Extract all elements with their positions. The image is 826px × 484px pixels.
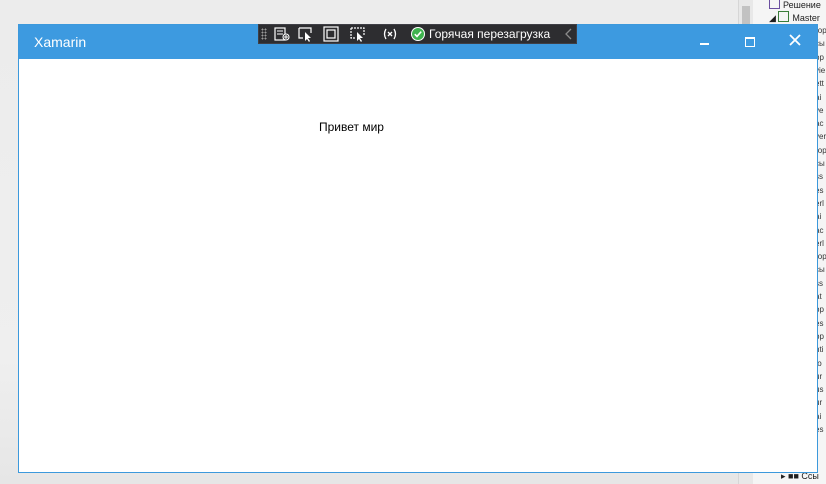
hot-reload-status[interactable]: Горячая перезагрузка <box>411 25 550 43</box>
binding-failures-icon[interactable] <box>381 26 399 42</box>
hot-reload-label: Горячая перезагрузка <box>429 27 551 41</box>
solution-icon <box>769 0 780 9</box>
app-window: Xamarin Привет мир <box>18 24 818 473</box>
maximize-button[interactable] <box>728 25 772 59</box>
display-adorners-icon[interactable] <box>322 26 340 42</box>
solution-label: Решение <box>783 0 821 10</box>
close-icon <box>789 34 801 46</box>
chevron-left-icon <box>565 28 572 40</box>
close-button[interactable] <box>773 25 817 59</box>
project-label: Master <box>792 13 820 23</box>
expand-arrow-icon[interactable]: ◢ <box>769 13 778 23</box>
xaml-debug-toolbar: Горячая перезагрузка <box>258 24 577 44</box>
select-element-icon[interactable] <box>297 26 315 42</box>
solution-node[interactable]: Решение <box>769 0 821 11</box>
csharp-project-icon <box>778 11 790 22</box>
hot-reload-check-icon <box>411 27 425 41</box>
greeting-label: Привет мир <box>319 120 384 134</box>
maximize-icon <box>745 37 755 47</box>
minimize-button[interactable] <box>683 25 727 59</box>
toolbar-grip-handle[interactable] <box>261 28 267 40</box>
visual-tree-icon[interactable] <box>273 26 291 42</box>
window-title: Xamarin <box>34 34 87 50</box>
minimize-icon <box>700 43 709 45</box>
project-node[interactable]: ◢ Master <box>769 11 820 24</box>
track-focus-icon[interactable] <box>349 26 367 42</box>
collapse-toolbar-button[interactable] <box>563 26 575 42</box>
